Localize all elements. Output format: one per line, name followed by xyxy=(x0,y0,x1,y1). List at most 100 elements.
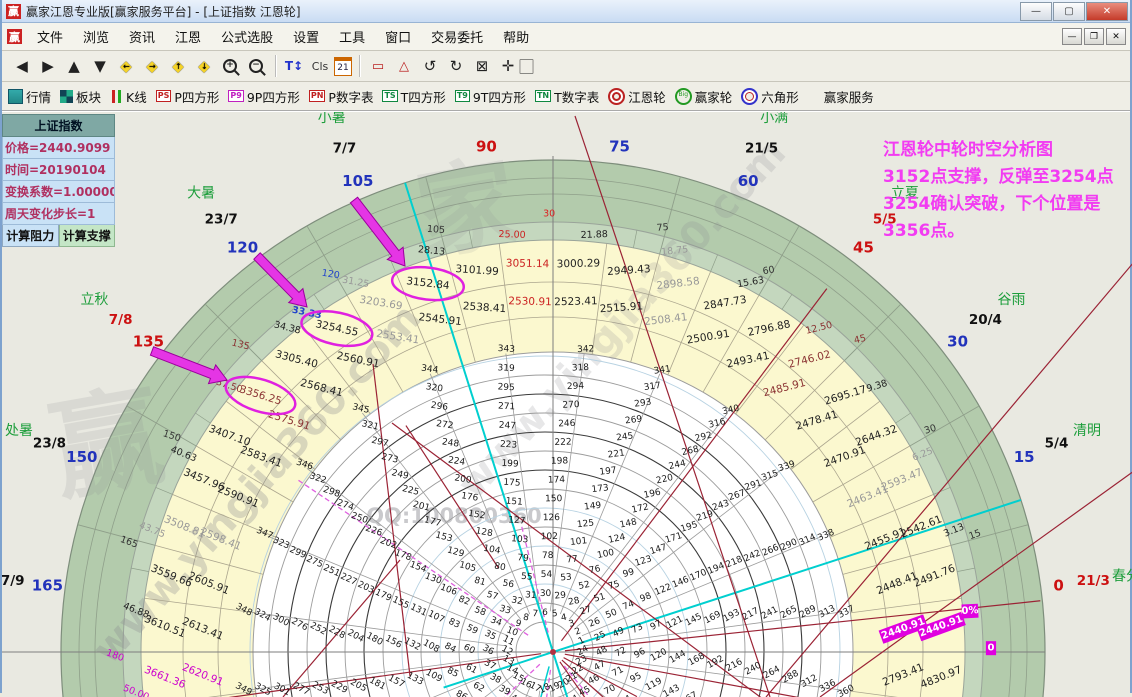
outer-degree-label: 150 xyxy=(66,448,97,466)
calc-support-button[interactable]: 计算支撑 xyxy=(59,225,116,247)
gann-tool-T数字表[interactable]: TNT数字表 xyxy=(535,87,599,106)
menu-6[interactable]: 工具 xyxy=(329,28,375,49)
menu-3[interactable]: 江恩 xyxy=(165,28,211,49)
main-toolbar: ◀▶▲▼◆←◆→◆↑◆↓+−T↕Cls21 ▭△↺↻⊠✛⃞ xyxy=(2,51,1130,82)
gann-tool-六角形[interactable]: 六角形 xyxy=(741,87,799,106)
gann-tool-label: P数字表 xyxy=(328,87,373,106)
outer-degree-label: 120 xyxy=(227,238,258,256)
spiral-number: 294 xyxy=(567,381,585,392)
spiral-number: 151 xyxy=(505,497,523,508)
gann-tool-T四方形[interactable]: TST四方形 xyxy=(382,87,445,106)
square-tool-icon[interactable]: ▭ xyxy=(366,54,390,78)
menu-9[interactable]: 帮助 xyxy=(493,28,539,49)
spiral-number: 342 xyxy=(577,344,595,355)
time-axis-icon[interactable]: T↕ xyxy=(282,54,306,78)
price-label: 2523.41 xyxy=(554,295,598,308)
spiral-number: 102 xyxy=(541,532,558,542)
spiral-number: 101 xyxy=(570,536,588,548)
app-logo-icon: 赢 xyxy=(6,4,21,19)
monitor-icon[interactable]: ⃞ xyxy=(522,54,546,78)
spiral-number: 56 xyxy=(502,579,515,591)
date-label: 5/4 xyxy=(1045,435,1069,451)
pan-right-icon[interactable]: ▶ xyxy=(36,54,60,78)
minimize-button[interactable]: — xyxy=(1020,2,1052,21)
spiral-number: 54 xyxy=(541,570,553,580)
spiral-number: 197 xyxy=(599,466,617,478)
menu-5[interactable]: 设置 xyxy=(283,28,329,49)
gann-tool-江恩轮[interactable]: 江恩轮 xyxy=(608,87,666,106)
table-icon xyxy=(8,89,23,104)
solar-term-label: 处暑 xyxy=(5,423,33,439)
gann-tool-label: 赢家服务 xyxy=(824,87,874,106)
gann-tool-K线[interactable]: K线 xyxy=(110,87,147,106)
menu-8[interactable]: 交易委托 xyxy=(421,28,493,49)
date-label: 7/7 xyxy=(333,140,357,156)
gann-tool-label: T四方形 xyxy=(401,87,446,106)
date-label: 20/4 xyxy=(969,312,1002,328)
diamond-up-icon[interactable]: ◆↑ xyxy=(166,54,190,78)
solar-term-label: 谷雨 xyxy=(998,292,1026,308)
gann-tool-label: 9T四方形 xyxy=(473,87,526,106)
spiral-number: 174 xyxy=(548,475,566,485)
rotate-cw-icon[interactable]: ↻ xyxy=(444,54,468,78)
calendar-icon[interactable]: 21 xyxy=(334,57,352,76)
menu-4[interactable]: 公式选股 xyxy=(211,28,283,49)
spiral-number: 270 xyxy=(562,400,580,411)
collapse-icon[interactable]: ✛ xyxy=(496,54,520,78)
gann-tool-P四方形[interactable]: PSP四方形 xyxy=(156,87,220,106)
pointer-down-icon[interactable]: ▼ xyxy=(88,54,112,78)
wheelg-icon: Big xyxy=(675,88,692,105)
box-x-icon[interactable]: ⊠ xyxy=(470,54,494,78)
diamond-down-icon[interactable]: ◆↓ xyxy=(192,54,216,78)
date-label: 7/9 xyxy=(2,573,25,589)
badge-icon: PN xyxy=(309,90,326,102)
rotate-ccw-icon[interactable]: ↺ xyxy=(418,54,442,78)
gann-tool-赢家轮[interactable]: Big赢家轮 xyxy=(675,87,733,106)
spiral-number: 149 xyxy=(584,501,602,513)
outer-degree-label: 135 xyxy=(133,333,164,351)
spiral-number: 5 xyxy=(552,609,559,619)
mdi-minimize-button[interactable]: — xyxy=(1062,28,1082,45)
spiral-number: 198 xyxy=(551,456,569,466)
date-label: 21/5 xyxy=(745,140,778,156)
degree-ring-label: 60 xyxy=(762,264,776,277)
pointer-up-icon[interactable]: ▲ xyxy=(62,54,86,78)
mdi-close-button[interactable]: ✕ xyxy=(1106,28,1126,45)
gann-tool-P数字表[interactable]: PNP数字表 xyxy=(309,87,374,106)
degree-ring-label: 105 xyxy=(426,224,445,236)
close-button[interactable]: ✕ xyxy=(1086,2,1128,21)
cls-button[interactable]: Cls xyxy=(308,54,332,78)
toolbar-separator xyxy=(359,55,361,77)
spiral-number: 31 xyxy=(525,590,537,601)
gann-tool-板块[interactable]: 板块 xyxy=(60,87,101,106)
diamond-left-icon[interactable]: ◆← xyxy=(114,54,138,78)
mdi-restore-button[interactable]: ❐ xyxy=(1084,28,1104,45)
gann-tool-9T四方形[interactable]: T99T四方形 xyxy=(455,87,526,106)
diamond-right-icon[interactable]: ◆→ xyxy=(140,54,164,78)
gann-tool-9P四方形[interactable]: P99P四方形 xyxy=(228,87,299,106)
symbol-title: 上证指数 xyxy=(2,114,115,137)
menu-7[interactable]: 窗口 xyxy=(375,28,421,49)
panel-row-3: 周天变化步长=1 xyxy=(2,203,115,225)
gann-tool-行情[interactable]: 行情 xyxy=(8,87,51,106)
menu-1[interactable]: 浏览 xyxy=(73,28,119,49)
solar-term-label: 大暑 xyxy=(187,185,215,201)
menu-bar: 赢 文件浏览资讯江恩公式选股设置工具窗口交易委托帮助 —❐✕ xyxy=(2,23,1130,51)
menu-0[interactable]: 文件 xyxy=(27,28,73,49)
gann-tool-赢家服务[interactable]: 赢家服务 xyxy=(808,87,874,106)
side-panel: 上证指数 价格=2440.9099时间=20190104变换系数=1.00000… xyxy=(2,114,115,247)
zoom-in-icon[interactable]: + xyxy=(218,54,242,78)
pan-left-icon[interactable]: ◀ xyxy=(10,54,34,78)
gann-tool-label: 赢家轮 xyxy=(695,87,733,106)
calc-resistance-button[interactable]: 计算阻力 xyxy=(2,225,59,247)
menu-logo-icon: 赢 xyxy=(7,29,22,44)
dollar-icon xyxy=(808,90,821,103)
maximize-button[interactable]: ▢ xyxy=(1053,2,1085,21)
annotation-line-3: 3356点。 xyxy=(883,218,1114,245)
menu-2[interactable]: 资讯 xyxy=(119,28,165,49)
zoom-out-icon[interactable]: − xyxy=(244,54,268,78)
date-label: 21/3 xyxy=(1077,573,1110,589)
analysis-annotation: 江恩轮中轮时空分析图3152点支撑，反弹至3254点3254确认突破，下个位置是… xyxy=(883,137,1114,245)
triangle-tool-icon[interactable]: △ xyxy=(392,54,416,78)
outer-degree-label: 60 xyxy=(738,172,759,190)
